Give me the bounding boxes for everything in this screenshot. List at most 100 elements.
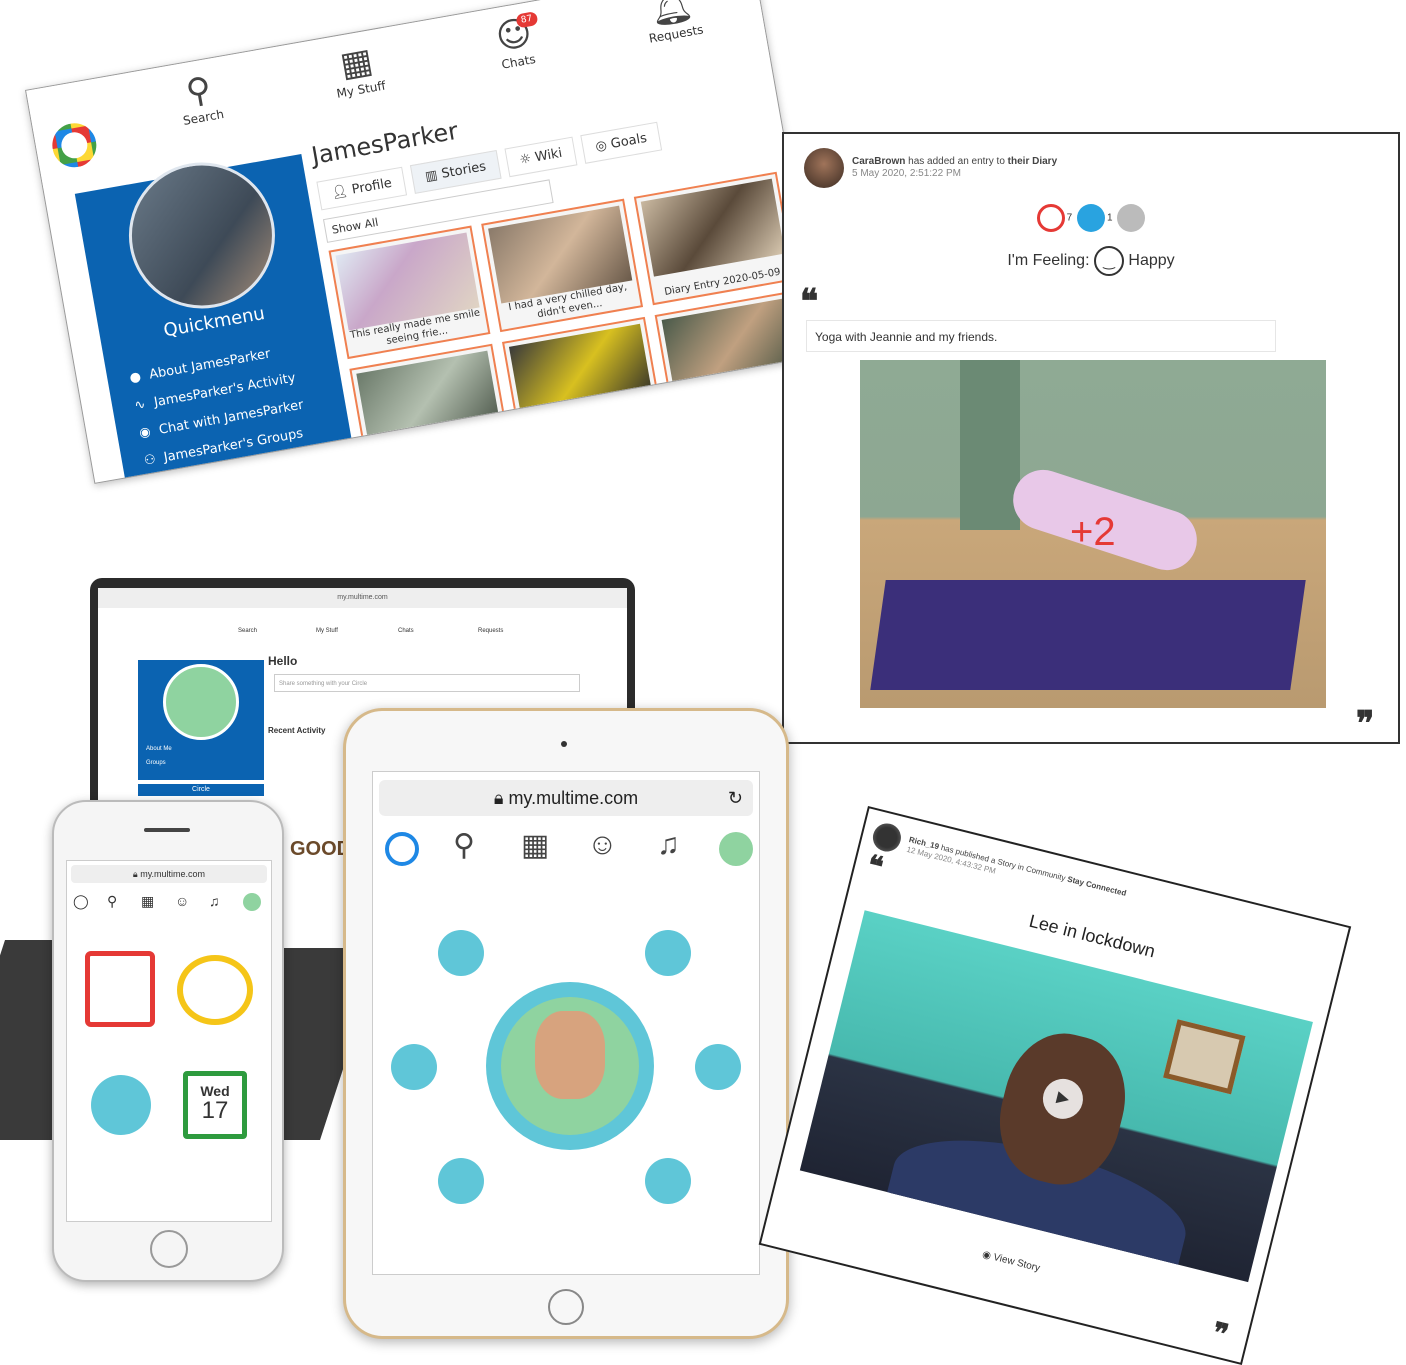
story-card[interactable]: This really made me smile seeing frie... — [328, 225, 491, 360]
grid-icon[interactable]: ▦ — [141, 893, 154, 910]
tab-stories-label: Stories — [440, 159, 488, 182]
tablet-url-text: my.multime.com — [508, 788, 639, 808]
tablet-home-button[interactable] — [548, 1289, 584, 1325]
story-card[interactable]: Diary Entry 2020-05-09 — [633, 171, 796, 306]
tablet-nav: ⚲ ▦ ☺ ♫ — [373, 828, 759, 878]
nav-my-stuff[interactable]: ▦ My Stuff — [313, 36, 401, 103]
view-story-label: View Story — [992, 1251, 1042, 1275]
tab-wiki-label: Wiki — [533, 145, 564, 166]
laptop-circle-button[interactable]: Circle — [138, 784, 264, 796]
story-card[interactable]: I had a very chilled day, didn't even... — [481, 198, 644, 333]
chat-icon[interactable]: ☺ — [587, 828, 618, 862]
heart-icon[interactable] — [1036, 204, 1065, 232]
phone-url-bar[interactable]: 🔒︎ my.multime.com — [71, 865, 267, 883]
story-caption: I had a quiet day today, I went for a... — [373, 426, 499, 465]
profile-panel: ⚲ Search ▦ My Stuff ☺ 87 Chats 🔔︎ 2 Requ… — [25, 0, 824, 484]
laptop-recent-activity: Recent Activity — [268, 726, 326, 735]
post-timestamp: 5 May 2020, 2:51:22 PM — [852, 168, 961, 179]
phone-home-button[interactable] — [150, 1230, 188, 1268]
multime-logo[interactable] — [48, 119, 100, 171]
story-community[interactable]: Stay Connected — [1066, 875, 1127, 898]
avatar[interactable] — [243, 893, 261, 911]
avatar[interactable] — [719, 832, 753, 866]
circle-center — [486, 982, 654, 1150]
nav-requests[interactable]: 🔔︎ 2 Requests — [629, 0, 717, 48]
diary-app-icon[interactable] — [85, 951, 155, 1027]
face-graphic — [535, 1011, 605, 1099]
multime-logo[interactable]: ◯ — [73, 893, 89, 910]
laptop-url-bar[interactable]: my.multime.com — [98, 588, 627, 608]
comment-icon[interactable] — [1077, 204, 1105, 232]
laptop-sidebar: About Me Groups — [138, 660, 264, 780]
close-quote-icon: ❞ — [1356, 704, 1375, 744]
more-icon[interactable] — [1117, 204, 1146, 232]
chat-icon[interactable]: ☺ — [175, 893, 189, 909]
story-card[interactable]: I had a quiet day today, I went for a... — [349, 343, 512, 478]
multime-logo[interactable] — [385, 832, 419, 866]
circle-node — [645, 930, 691, 976]
tablet-screen: 🔒︎ my.multime.com ↻ ⚲ ▦ ☺ ♫ — [372, 771, 760, 1275]
author-avatar[interactable] — [804, 148, 844, 188]
tab-wiki[interactable]: ☼ Wiki — [504, 136, 578, 178]
close-quote-icon: ❞ — [1209, 1315, 1232, 1352]
search-icon: ⚲ — [183, 68, 215, 113]
nav-search[interactable]: ⚲ Search — [156, 64, 244, 131]
circle-node — [695, 1044, 741, 1090]
diary-post-panel: CaraBrown has added an entry to their Di… — [782, 132, 1400, 744]
profile-avatar[interactable] — [117, 150, 287, 321]
tablet-camera — [561, 741, 567, 747]
story-caption: Diary Entry 2020-05-07 — [531, 411, 650, 444]
laptop-nav-requests[interactable]: Requests — [478, 628, 503, 634]
person-icon: ● — [128, 369, 143, 387]
circle-node — [645, 1158, 691, 1204]
laptop-groups[interactable]: Groups — [146, 760, 166, 766]
groups-app-icon[interactable] — [177, 955, 253, 1025]
calendar-app-icon[interactable]: Wed 17 — [183, 1071, 247, 1139]
post-target[interactable]: their Diary — [1008, 156, 1057, 167]
phone-speaker — [144, 828, 190, 832]
laptop-nav-search[interactable]: Search — [238, 628, 257, 634]
laptop-greeting: Hello — [268, 654, 298, 668]
chat-icon: ☺ — [492, 12, 535, 59]
search-icon[interactable]: ⚲ — [453, 828, 475, 863]
search-icon[interactable]: ⚲ — [107, 893, 117, 910]
grid-icon: ▦ — [337, 40, 376, 86]
laptop-avatar[interactable] — [163, 664, 239, 740]
yoga-mat-graphic — [870, 580, 1306, 690]
post-author-line: CaraBrown has added an entry to their Di… — [852, 156, 1057, 167]
nav-chats[interactable]: ☺ 87 Chats — [471, 9, 559, 76]
post-author[interactable]: CaraBrown — [852, 156, 905, 167]
reload-icon[interactable]: ↻ — [728, 780, 743, 816]
photo-overlay-count: +2 — [1070, 510, 1116, 554]
laptop-about-me[interactable]: About Me — [146, 746, 172, 752]
story-thumbnail — [640, 178, 785, 277]
diary-photo[interactable]: +2 — [860, 360, 1326, 708]
circle-node — [391, 1044, 437, 1090]
feeling-label: I'm Feeling: — [1007, 252, 1090, 270]
feeling-row: I'm Feeling: ‿ Happy — [784, 246, 1398, 276]
laptop-share-input[interactable]: Share something with your Circle — [274, 674, 580, 692]
tablet-device: 🔒︎ my.multime.com ↻ ⚲ ▦ ☺ ♫ — [343, 708, 789, 1339]
laptop-nav-chats[interactable]: Chats — [398, 628, 414, 634]
story-card[interactable]: Diary Entry 2020-05-07 — [502, 316, 664, 451]
post-action: has added an entry to — [908, 156, 1005, 167]
calendar-date: 17 — [201, 1097, 229, 1124]
diary-text: Yoga with Jeannie and my friends. — [806, 320, 1276, 352]
laptop-nav: Search My Stuff Chats Requests — [98, 610, 627, 650]
laptop-nav-my-stuff[interactable]: My Stuff — [316, 628, 338, 634]
tab-profile[interactable]: 👤︎ Profile — [316, 166, 408, 211]
tab-stories[interactable]: ▥ Stories — [410, 150, 502, 194]
quickmenu-sidebar: Quickmenu ● About JamesParker ∿ JamesParke… — [74, 150, 356, 484]
pulse-icon: ∿ — [133, 396, 147, 414]
bell-icon[interactable]: ♫ — [209, 893, 220, 909]
circle-app-icon[interactable] — [91, 1075, 151, 1135]
laptop-good-morning-image: GOOD — [290, 838, 352, 860]
calendar-day: Wed — [200, 1083, 230, 1099]
tablet-url-bar[interactable]: 🔒︎ my.multime.com ↻ — [379, 780, 753, 816]
bell-icon[interactable]: ♫ — [657, 828, 680, 862]
group-icon: ⚇ — [143, 452, 158, 469]
tab-goals[interactable]: ◎ Goals — [580, 121, 663, 164]
grid-icon[interactable]: ▦ — [521, 828, 549, 863]
phone-url-text: my.multime.com — [140, 869, 206, 879]
phone-nav: ◯ ⚲ ▦ ☺ ♫ — [67, 889, 271, 915]
